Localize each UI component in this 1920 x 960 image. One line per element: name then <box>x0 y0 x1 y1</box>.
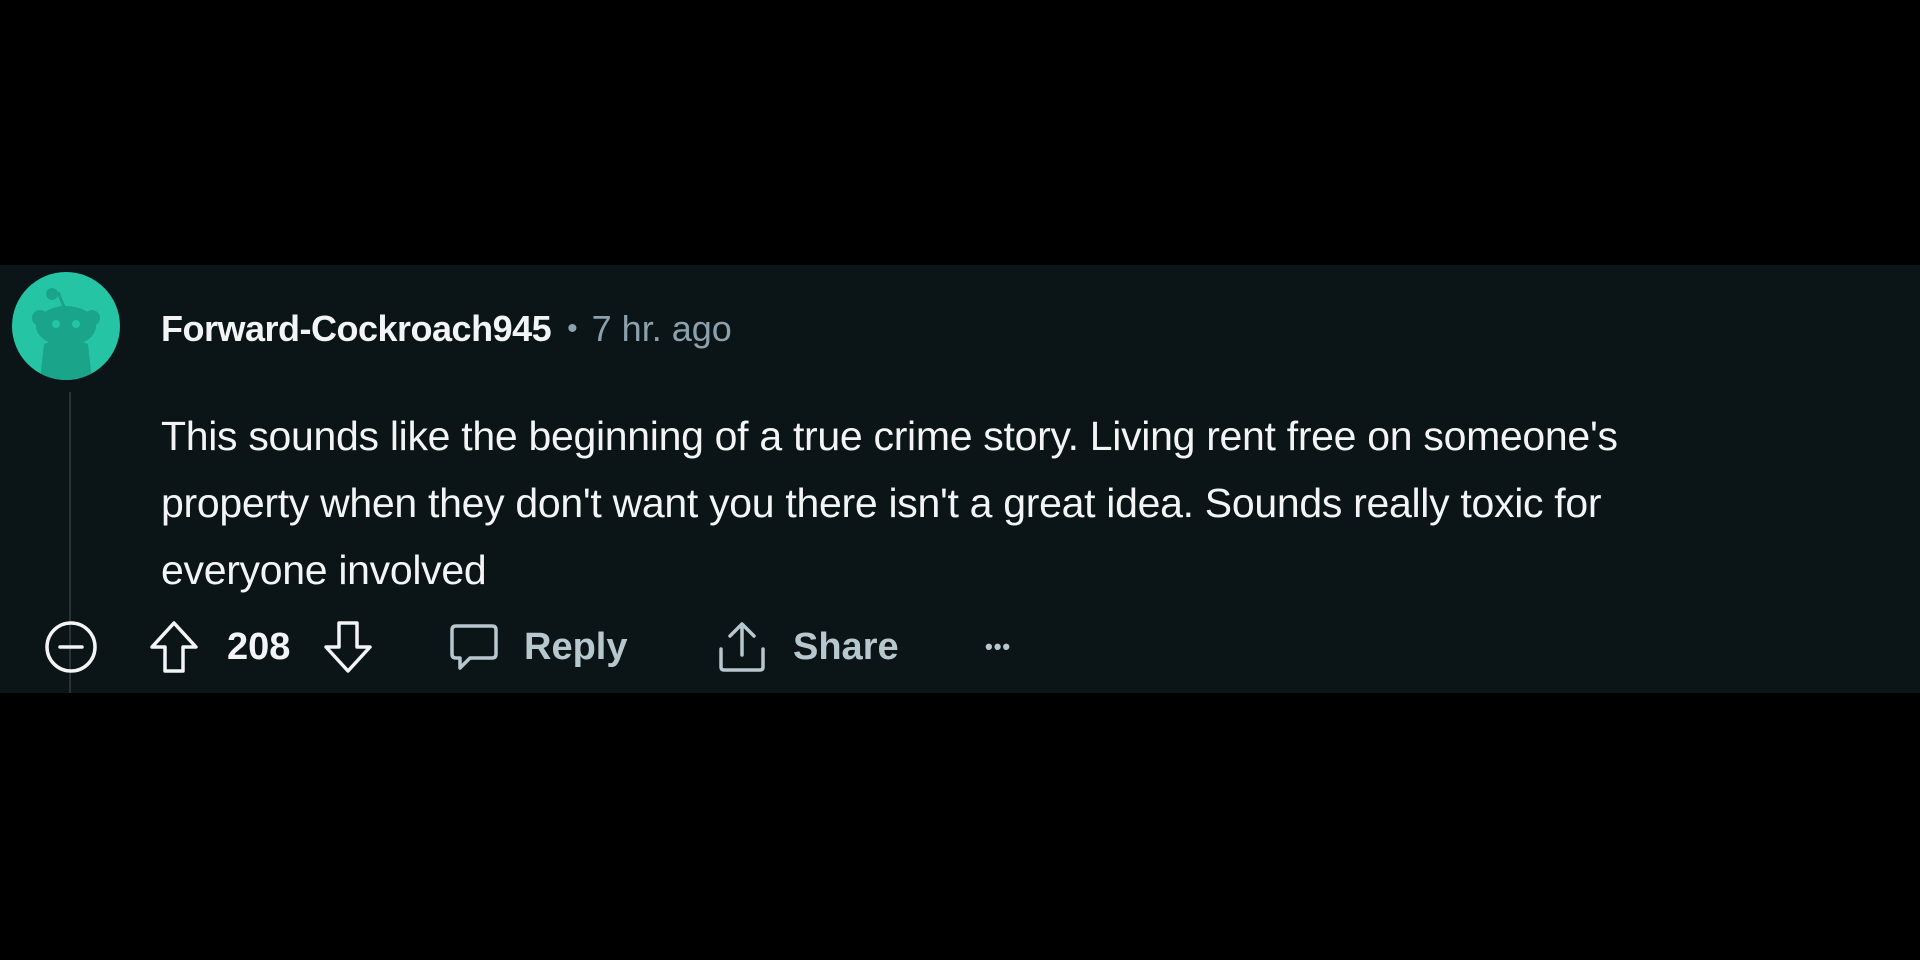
reply-button[interactable]: Reply <box>448 617 627 677</box>
comment-meta: Forward-Cockroach945 • 7 hr. ago <box>161 307 732 351</box>
share-label: Share <box>793 625 899 668</box>
upvote-button[interactable] <box>148 617 200 677</box>
comment-body-line: property when they don't want you there … <box>161 480 1602 526</box>
comment-body-line: everyone involved <box>161 547 487 593</box>
meta-separator: • <box>567 312 578 345</box>
more-options-icon: ••• <box>985 634 1012 659</box>
comment: Forward-Cockroach945 • 7 hr. ago This so… <box>0 265 1920 693</box>
upvote-arrow-icon <box>150 621 198 673</box>
snoo-avatar-icon <box>32 288 100 380</box>
comment-bubble-icon <box>450 624 498 670</box>
comment-body: This sounds like the beginning of a true… <box>161 403 1891 604</box>
avatar[interactable] <box>12 272 120 380</box>
vote-score: 208 <box>227 625 291 668</box>
share-upload-icon <box>719 622 765 672</box>
downvote-arrow-icon <box>324 621 372 673</box>
comment-action-bar: 208 Reply Share ••• <box>0 617 1100 677</box>
share-button[interactable]: Share <box>715 617 899 677</box>
collapse-button[interactable] <box>42 617 100 677</box>
reply-label: Reply <box>524 625 628 668</box>
timestamp[interactable]: 7 hr. ago <box>592 308 732 350</box>
username[interactable]: Forward-Cockroach945 <box>161 308 552 350</box>
downvote-button[interactable] <box>322 617 374 677</box>
collapse-minus-icon <box>45 621 97 673</box>
more-options-button[interactable]: ••• <box>985 617 1011 677</box>
comment-body-line: This sounds like the beginning of a true… <box>161 413 1618 459</box>
